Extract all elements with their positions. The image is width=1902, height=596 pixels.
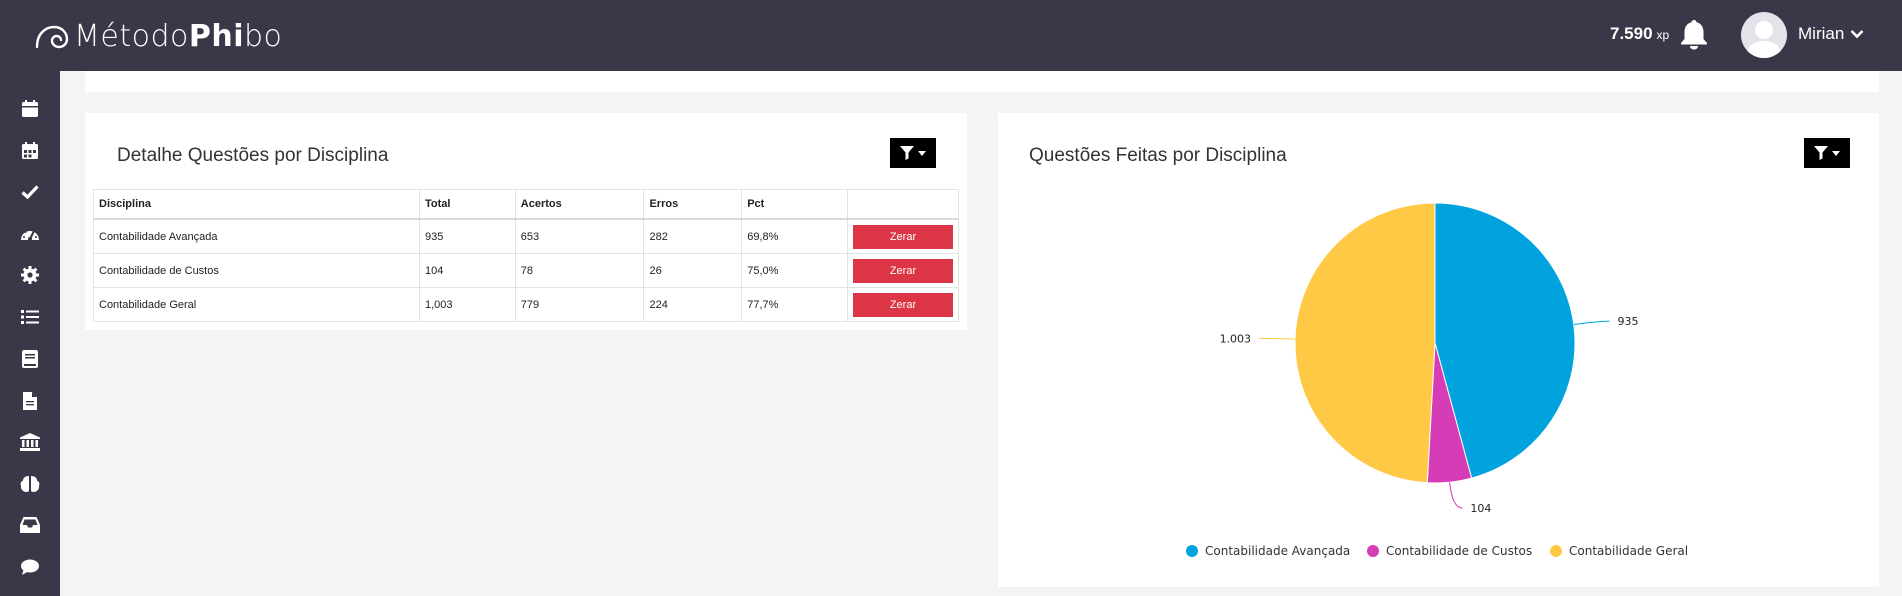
top-panel-strip bbox=[85, 71, 1879, 92]
brand-name-part3: bo bbox=[244, 18, 283, 54]
caret-down-icon bbox=[918, 150, 926, 156]
cell-acertos: 653 bbox=[514, 218, 645, 254]
calendar-icon[interactable] bbox=[18, 97, 42, 121]
table-row: Contabilidade Avançada 935 653 282 69,8%… bbox=[93, 218, 960, 254]
xp-value: 7.590 bbox=[1610, 24, 1653, 43]
user-avatar-icon bbox=[1746, 21, 1782, 58]
brand-name-part2: Phi bbox=[188, 18, 244, 54]
cell-action: Zerar bbox=[846, 253, 960, 288]
filter-icon bbox=[1814, 146, 1828, 160]
user-menu-toggle[interactable]: Mirian bbox=[1798, 24, 1864, 44]
cell-disciplina: Contabilidade Avançada bbox=[93, 218, 420, 254]
bank-icon[interactable] bbox=[18, 430, 42, 454]
legend-item[interactable]: Contabilidade de Custos bbox=[1367, 544, 1532, 558]
detail-card-title: Detalhe Questões por Disciplina bbox=[117, 145, 389, 166]
cell-erros: 282 bbox=[643, 218, 743, 254]
caret-down-icon bbox=[1832, 150, 1840, 156]
cell-erros: 224 bbox=[643, 287, 743, 322]
list-ordered-icon[interactable] bbox=[18, 305, 42, 329]
chart-filter-button[interactable] bbox=[1804, 138, 1850, 168]
detail-card: Detalhe Questões por Disciplina Discipli… bbox=[85, 113, 967, 330]
brand-name-part1: Método bbox=[74, 18, 189, 54]
col-header-disciplina[interactable]: Disciplina bbox=[93, 189, 420, 220]
book-icon[interactable] bbox=[18, 347, 42, 371]
legend-label: Contabilidade de Custos bbox=[1386, 544, 1533, 558]
col-header-total[interactable]: Total bbox=[419, 189, 516, 220]
chart-card-title: Questões Feitas por Disciplina bbox=[1029, 145, 1287, 166]
cell-acertos: 779 bbox=[514, 287, 645, 322]
comment-icon[interactable] bbox=[18, 555, 42, 579]
inbox-icon[interactable] bbox=[18, 513, 42, 537]
cell-pct: 77,7% bbox=[741, 287, 848, 322]
bell-icon[interactable] bbox=[1680, 18, 1708, 50]
zerar-button[interactable]: Zerar bbox=[852, 258, 953, 283]
cell-pct: 75,0% bbox=[741, 253, 848, 288]
chart-card: Questões Feitas por Disciplina bbox=[998, 113, 1879, 587]
brain-icon[interactable] bbox=[18, 472, 42, 496]
col-header-pct[interactable]: Pct bbox=[741, 189, 848, 220]
cell-action: Zerar bbox=[846, 287, 960, 322]
spiral-logo-icon bbox=[35, 25, 69, 49]
legend-label: Contabilidade Avançada bbox=[1205, 544, 1351, 558]
cell-total: 935 bbox=[419, 218, 516, 254]
col-header-actions bbox=[846, 189, 960, 220]
chevron-down-icon bbox=[1850, 30, 1864, 39]
legend-swatch bbox=[1550, 545, 1562, 557]
legend-swatch bbox=[1367, 545, 1379, 557]
top-navbar: Método Phi bo 7.590 xp Mirian bbox=[0, 0, 1902, 71]
cell-action: Zerar bbox=[846, 218, 960, 254]
detail-filter-button[interactable] bbox=[890, 138, 936, 168]
zerar-button[interactable]: Zerar bbox=[852, 292, 953, 317]
discipline-table: Disciplina Total Acertos Erros Pct Conta… bbox=[93, 189, 960, 322]
gear-icon[interactable] bbox=[18, 263, 42, 287]
avatar[interactable] bbox=[1741, 12, 1787, 58]
file-icon[interactable] bbox=[18, 389, 42, 413]
table-row: Contabilidade de Custos 104 78 26 75,0% … bbox=[93, 253, 960, 288]
xp-unit: xp bbox=[1656, 28, 1670, 42]
legend-swatch bbox=[1186, 545, 1198, 557]
filter-icon bbox=[900, 146, 914, 160]
table-header-row: Disciplina Total Acertos Erros Pct bbox=[93, 189, 960, 220]
table-row: Contabilidade Geral 1,003 779 224 77,7% … bbox=[93, 287, 960, 322]
legend-item[interactable]: Contabilidade Geral bbox=[1550, 544, 1688, 558]
calendar-grid-icon[interactable] bbox=[18, 139, 42, 163]
col-header-erros[interactable]: Erros bbox=[643, 189, 743, 220]
username-label: Mirian bbox=[1798, 24, 1845, 43]
cell-disciplina: Contabilidade de Custos bbox=[93, 253, 420, 288]
cell-total: 1,003 bbox=[419, 287, 516, 322]
legend-item[interactable]: Contabilidade Avançada bbox=[1186, 544, 1350, 558]
cell-total: 104 bbox=[419, 253, 516, 288]
brand-logo[interactable]: Método Phi bo bbox=[34, 14, 282, 58]
zerar-button[interactable]: Zerar bbox=[852, 224, 953, 249]
cell-disciplina: Contabilidade Geral bbox=[93, 287, 420, 322]
xp-counter: 7.590 xp bbox=[1610, 24, 1669, 44]
dashboard-gauge-icon[interactable] bbox=[18, 222, 42, 246]
sidebar bbox=[0, 71, 60, 596]
cell-erros: 26 bbox=[643, 253, 743, 288]
col-header-acertos[interactable]: Acertos bbox=[514, 189, 645, 220]
legend-label: Contabilidade Geral bbox=[1569, 544, 1689, 558]
cell-acertos: 78 bbox=[514, 253, 645, 288]
check-icon[interactable] bbox=[18, 180, 42, 204]
cell-pct: 69,8% bbox=[741, 218, 848, 254]
